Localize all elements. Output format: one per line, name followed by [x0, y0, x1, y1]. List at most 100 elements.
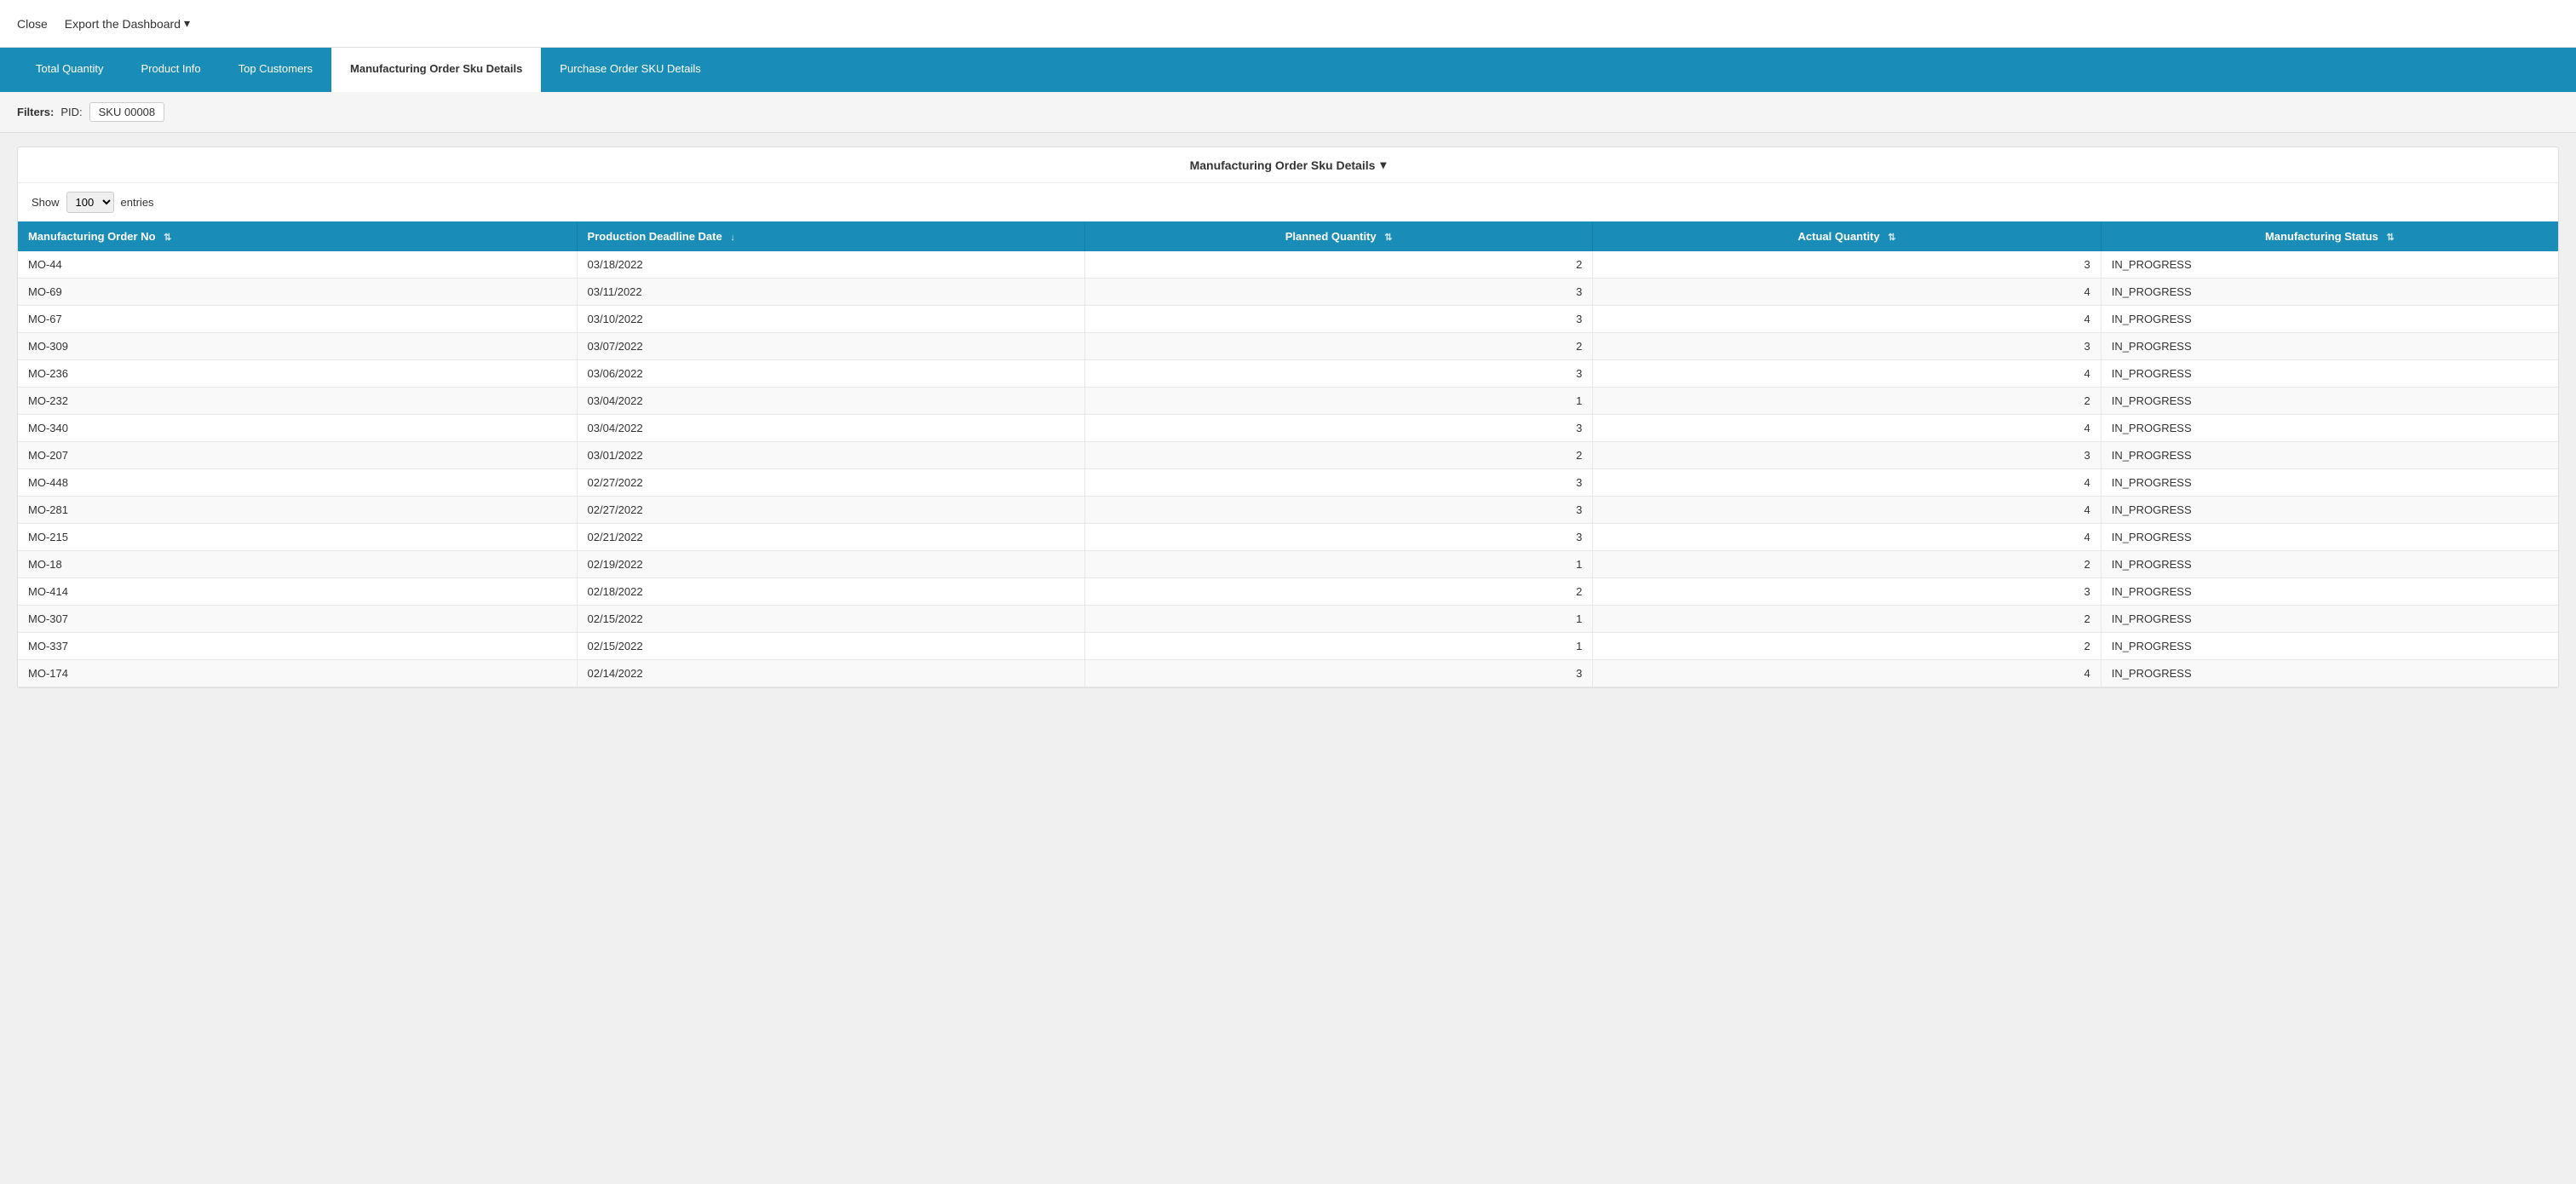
cell-order: MO-18 — [18, 551, 577, 578]
tab-total-quantity[interactable]: Total Quantity — [17, 48, 123, 92]
export-dashboard-button[interactable]: Export the Dashboard ▾ — [65, 16, 190, 31]
table-body: MO-44 03/18/2022 2 3 IN_PROGRESS MO-69 0… — [18, 251, 2558, 687]
cell-order: MO-340 — [18, 415, 577, 442]
cell-actual: 4 — [1593, 306, 2101, 333]
nav-tabs: Total Quantity Product Info Top Customer… — [0, 48, 2576, 92]
table-row: MO-337 02/15/2022 1 2 IN_PROGRESS — [18, 633, 2558, 660]
cell-order: MO-281 — [18, 497, 577, 524]
table-title-arrow-icon[interactable]: ▾ — [1380, 158, 1386, 172]
table-row: MO-207 03/01/2022 2 3 IN_PROGRESS — [18, 442, 2558, 469]
cell-date: 02/14/2022 — [577, 660, 1084, 687]
export-arrow-icon: ▾ — [184, 16, 190, 31]
entries-label: entries — [121, 196, 154, 209]
cell-planned: 3 — [1084, 360, 1592, 388]
cell-status: IN_PROGRESS — [2101, 360, 2558, 388]
cell-date: 03/10/2022 — [577, 306, 1084, 333]
table-row: MO-69 03/11/2022 3 4 IN_PROGRESS — [18, 279, 2558, 306]
cell-actual: 2 — [1593, 551, 2101, 578]
cell-planned: 2 — [1084, 442, 1592, 469]
cell-date: 03/11/2022 — [577, 279, 1084, 306]
close-button[interactable]: Close — [17, 17, 48, 31]
cell-actual: 2 — [1593, 606, 2101, 633]
cell-status: IN_PROGRESS — [2101, 442, 2558, 469]
cell-order: MO-448 — [18, 469, 577, 497]
cell-date: 02/18/2022 — [577, 578, 1084, 606]
cell-date: 02/27/2022 — [577, 469, 1084, 497]
col-header-order[interactable]: Manufacturing Order No ⇅ — [18, 221, 577, 251]
cell-planned: 3 — [1084, 524, 1592, 551]
cell-date: 03/07/2022 — [577, 333, 1084, 360]
table-row: MO-309 03/07/2022 2 3 IN_PROGRESS — [18, 333, 2558, 360]
cell-date: 03/04/2022 — [577, 388, 1084, 415]
show-label: Show — [32, 196, 60, 209]
cell-order: MO-337 — [18, 633, 577, 660]
cell-status: IN_PROGRESS — [2101, 497, 2558, 524]
manufacturing-orders-table: Manufacturing Order No ⇅ Production Dead… — [18, 221, 2558, 687]
cell-actual: 4 — [1593, 279, 2101, 306]
cell-planned: 1 — [1084, 551, 1592, 578]
table-row: MO-67 03/10/2022 3 4 IN_PROGRESS — [18, 306, 2558, 333]
filters-bar: Filters: PID: SKU 00008 — [0, 92, 2576, 133]
cell-date: 02/27/2022 — [577, 497, 1084, 524]
cell-date: 02/19/2022 — [577, 551, 1084, 578]
cell-actual: 4 — [1593, 524, 2101, 551]
cell-planned: 3 — [1084, 415, 1592, 442]
tab-top-customers[interactable]: Top Customers — [220, 48, 331, 92]
main-content: Manufacturing Order Sku Details ▾ Show 1… — [0, 133, 2576, 702]
cell-actual: 3 — [1593, 442, 2101, 469]
cell-date: 03/18/2022 — [577, 251, 1084, 279]
cell-order: MO-174 — [18, 660, 577, 687]
cell-actual: 2 — [1593, 388, 2101, 415]
cell-order: MO-232 — [18, 388, 577, 415]
cell-status: IN_PROGRESS — [2101, 633, 2558, 660]
tab-purchase-order-sku[interactable]: Purchase Order SKU Details — [541, 48, 719, 92]
cell-planned: 3 — [1084, 469, 1592, 497]
tab-product-info[interactable]: Product Info — [123, 48, 220, 92]
col-actual-label: Actual Quantity — [1798, 230, 1880, 243]
table-row: MO-174 02/14/2022 3 4 IN_PROGRESS — [18, 660, 2558, 687]
cell-order: MO-414 — [18, 578, 577, 606]
cell-planned: 2 — [1084, 251, 1592, 279]
top-bar: Close Export the Dashboard ▾ — [0, 0, 2576, 48]
table-row: MO-414 02/18/2022 2 3 IN_PROGRESS — [18, 578, 2558, 606]
cell-date: 02/15/2022 — [577, 633, 1084, 660]
tab-manufacturing-order-sku[interactable]: Manufacturing Order Sku Details — [331, 48, 541, 92]
cell-planned: 3 — [1084, 497, 1592, 524]
cell-planned: 2 — [1084, 578, 1592, 606]
cell-order: MO-44 — [18, 251, 577, 279]
col-planned-label: Planned Quantity — [1285, 230, 1377, 243]
col-status-label: Manufacturing Status — [2265, 230, 2378, 243]
cell-actual: 4 — [1593, 660, 2101, 687]
show-entries-select[interactable]: 100 25 50 — [66, 192, 114, 213]
cell-actual: 4 — [1593, 415, 2101, 442]
cell-actual: 4 — [1593, 497, 2101, 524]
table-row: MO-18 02/19/2022 1 2 IN_PROGRESS — [18, 551, 2558, 578]
cell-actual: 3 — [1593, 251, 2101, 279]
cell-planned: 3 — [1084, 306, 1592, 333]
cell-planned: 2 — [1084, 333, 1592, 360]
col-header-date[interactable]: Production Deadline Date ↓ — [577, 221, 1084, 251]
cell-actual: 3 — [1593, 578, 2101, 606]
cell-date: 02/21/2022 — [577, 524, 1084, 551]
col-header-status[interactable]: Manufacturing Status ⇅ — [2101, 221, 2558, 251]
pid-label: PID: — [60, 106, 82, 118]
cell-date: 02/15/2022 — [577, 606, 1084, 633]
cell-planned: 1 — [1084, 388, 1592, 415]
table-controls: Show 100 25 50 entries — [18, 183, 2558, 221]
cell-actual: 4 — [1593, 469, 2101, 497]
table-row: MO-236 03/06/2022 3 4 IN_PROGRESS — [18, 360, 2558, 388]
sort-icon-planned: ⇅ — [1384, 232, 1392, 243]
cell-planned: 1 — [1084, 633, 1592, 660]
col-header-planned[interactable]: Planned Quantity ⇅ — [1084, 221, 1592, 251]
cell-status: IN_PROGRESS — [2101, 606, 2558, 633]
cell-date: 03/04/2022 — [577, 415, 1084, 442]
cell-planned: 3 — [1084, 660, 1592, 687]
table-row: MO-215 02/21/2022 3 4 IN_PROGRESS — [18, 524, 2558, 551]
pid-value: SKU 00008 — [89, 102, 165, 122]
col-header-actual[interactable]: Actual Quantity ⇅ — [1593, 221, 2101, 251]
cell-status: IN_PROGRESS — [2101, 388, 2558, 415]
cell-date: 03/01/2022 — [577, 442, 1084, 469]
cell-order: MO-207 — [18, 442, 577, 469]
table-title-text: Manufacturing Order Sku Details — [1190, 158, 1376, 172]
cell-status: IN_PROGRESS — [2101, 251, 2558, 279]
